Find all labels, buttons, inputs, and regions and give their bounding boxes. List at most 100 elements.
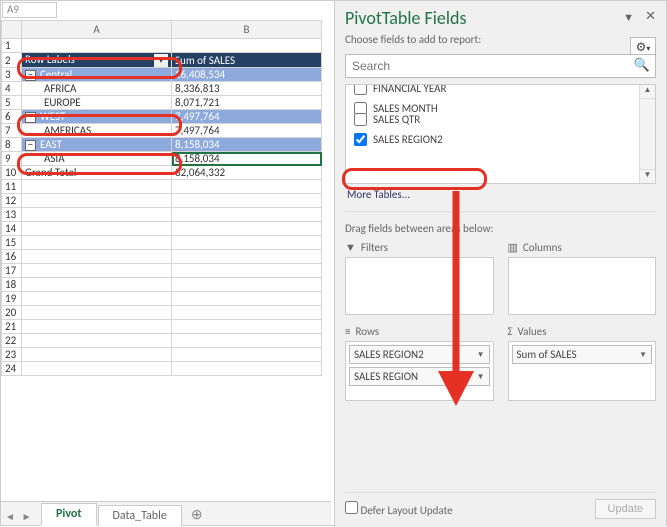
- table-row[interactable]: 18: [2, 278, 322, 292]
- row-header[interactable]: 24: [2, 362, 22, 376]
- cell-label[interactable]: [22, 362, 172, 376]
- cell-label[interactable]: [22, 250, 172, 264]
- field-checkbox[interactable]: [354, 113, 367, 126]
- sum-header[interactable]: Sum of SALES: [172, 53, 322, 68]
- cell-value[interactable]: [172, 236, 322, 250]
- row-header[interactable]: 20: [2, 306, 22, 320]
- row-header[interactable]: 23: [2, 348, 22, 362]
- collapse-icon[interactable]: −: [25, 140, 36, 151]
- rows-dropzone[interactable]: SALES REGION2▼SALES REGION▼: [345, 341, 494, 401]
- add-sheet-button[interactable]: ⊕: [183, 503, 211, 526]
- row-header[interactable]: 17: [2, 264, 22, 278]
- row-header[interactable]: 21: [2, 320, 22, 334]
- scroll-up-icon[interactable]: ▲: [640, 85, 655, 99]
- table-row[interactable]: 12: [2, 194, 322, 208]
- cell-label[interactable]: [22, 264, 172, 278]
- column-header-A[interactable]: A: [22, 21, 172, 39]
- row-header[interactable]: 14: [2, 222, 22, 236]
- scrollbar[interactable]: ▲ ▼: [639, 85, 655, 183]
- cell-label[interactable]: [22, 194, 172, 208]
- cell-value[interactable]: 8,071,721: [172, 96, 322, 110]
- cell-value[interactable]: [172, 278, 322, 292]
- cell-label[interactable]: EUROPE: [22, 96, 172, 110]
- cell-label[interactable]: [22, 334, 172, 348]
- defer-layout-checkbox[interactable]: Defer Layout Update: [345, 501, 453, 517]
- cell-value[interactable]: [172, 320, 322, 334]
- row-header[interactable]: 15: [2, 236, 22, 250]
- cell-value[interactable]: 7,497,764: [172, 110, 322, 124]
- table-row[interactable]: 13: [2, 208, 322, 222]
- field-checkbox[interactable]: [354, 84, 367, 95]
- row-header[interactable]: 12: [2, 194, 22, 208]
- cell-value[interactable]: 7,497,764: [172, 124, 322, 138]
- sheet-tab-data-table[interactable]: Data_Table: [98, 505, 182, 526]
- row-header[interactable]: 16: [2, 250, 22, 264]
- cell-value[interactable]: [172, 222, 322, 236]
- chevron-down-icon[interactable]: ▼: [477, 372, 485, 382]
- table-row[interactable]: 11: [2, 180, 322, 194]
- row-header[interactable]: 13: [2, 208, 22, 222]
- row-header[interactable]: 8: [2, 138, 22, 152]
- filters-dropzone[interactable]: [345, 257, 494, 315]
- table-row[interactable]: 14: [2, 222, 322, 236]
- table-row[interactable]: 24: [2, 362, 322, 376]
- cell-value[interactable]: 8,158,034: [172, 138, 322, 152]
- table-row[interactable]: 15: [2, 236, 322, 250]
- name-box[interactable]: A9: [2, 2, 57, 18]
- cell-value[interactable]: [172, 292, 322, 306]
- row-header[interactable]: 1: [2, 39, 22, 53]
- field-list-item[interactable]: SALES QTR: [348, 109, 653, 129]
- cell-value[interactable]: [172, 39, 322, 53]
- cell-value[interactable]: [172, 306, 322, 320]
- cell-value[interactable]: [172, 250, 322, 264]
- table-row[interactable]: 22: [2, 334, 322, 348]
- row-header[interactable]: 19: [2, 292, 22, 306]
- cell-value[interactable]: 8,158,034: [172, 152, 322, 166]
- cell-value[interactable]: [172, 264, 322, 278]
- table-row[interactable]: 5EUROPE8,071,721: [2, 96, 322, 110]
- table-row[interactable]: 20: [2, 306, 322, 320]
- column-header-B[interactable]: B: [172, 21, 322, 39]
- cell-value[interactable]: [172, 208, 322, 222]
- chevron-down-icon[interactable]: ▼: [639, 350, 647, 360]
- table-row[interactable]: 19: [2, 292, 322, 306]
- select-all-corner[interactable]: [2, 21, 22, 39]
- tab-nav-arrows[interactable]: ◄ ►: [5, 510, 32, 523]
- columns-dropzone[interactable]: [508, 257, 657, 315]
- cell-value[interactable]: 16,408,534: [172, 68, 322, 82]
- cell-label[interactable]: [22, 236, 172, 250]
- table-row[interactable]: 23: [2, 348, 322, 362]
- group-row-label[interactable]: −EAST: [22, 138, 172, 152]
- cell-label[interactable]: [22, 180, 172, 194]
- chevron-down-icon[interactable]: ▼: [477, 350, 485, 360]
- cell-value[interactable]: [172, 348, 322, 362]
- table-row[interactable]: 17: [2, 264, 322, 278]
- row-header[interactable]: 11: [2, 180, 22, 194]
- cell-value[interactable]: [172, 180, 322, 194]
- cell-value[interactable]: 8,336,813: [172, 82, 322, 96]
- cell-value[interactable]: [172, 362, 322, 376]
- cell-label[interactable]: [22, 320, 172, 334]
- row-header[interactable]: 5: [2, 96, 22, 110]
- table-row[interactable]: 1: [2, 39, 322, 53]
- cell-label[interactable]: [22, 292, 172, 306]
- cell-label[interactable]: [22, 306, 172, 320]
- cell-label[interactable]: [22, 222, 172, 236]
- field-list-item[interactable]: SALES REGION2: [348, 129, 653, 149]
- table-row[interactable]: 8−EAST8,158,034: [2, 138, 322, 152]
- cell-value[interactable]: 32,064,332: [172, 166, 322, 180]
- close-icon[interactable]: ✕: [645, 9, 656, 24]
- area-field-pill[interactable]: Sum of SALES▼: [512, 345, 653, 364]
- field-list-item[interactable]: FINANCIAL YEAR: [348, 84, 653, 98]
- table-row[interactable]: 21: [2, 320, 322, 334]
- search-input[interactable]: [345, 54, 656, 78]
- scroll-down-icon[interactable]: ▼: [640, 169, 655, 183]
- row-header[interactable]: 18: [2, 278, 22, 292]
- values-dropzone[interactable]: Sum of SALES▼: [508, 341, 657, 401]
- cell-label[interactable]: [22, 278, 172, 292]
- area-field-pill[interactable]: SALES REGION▼: [349, 367, 490, 386]
- table-row[interactable]: 4AFRICA8,336,813: [2, 82, 322, 96]
- cell-label[interactable]: [22, 348, 172, 362]
- pane-dropdown-icon[interactable]: ▼: [623, 11, 634, 24]
- update-button[interactable]: Update: [595, 499, 656, 519]
